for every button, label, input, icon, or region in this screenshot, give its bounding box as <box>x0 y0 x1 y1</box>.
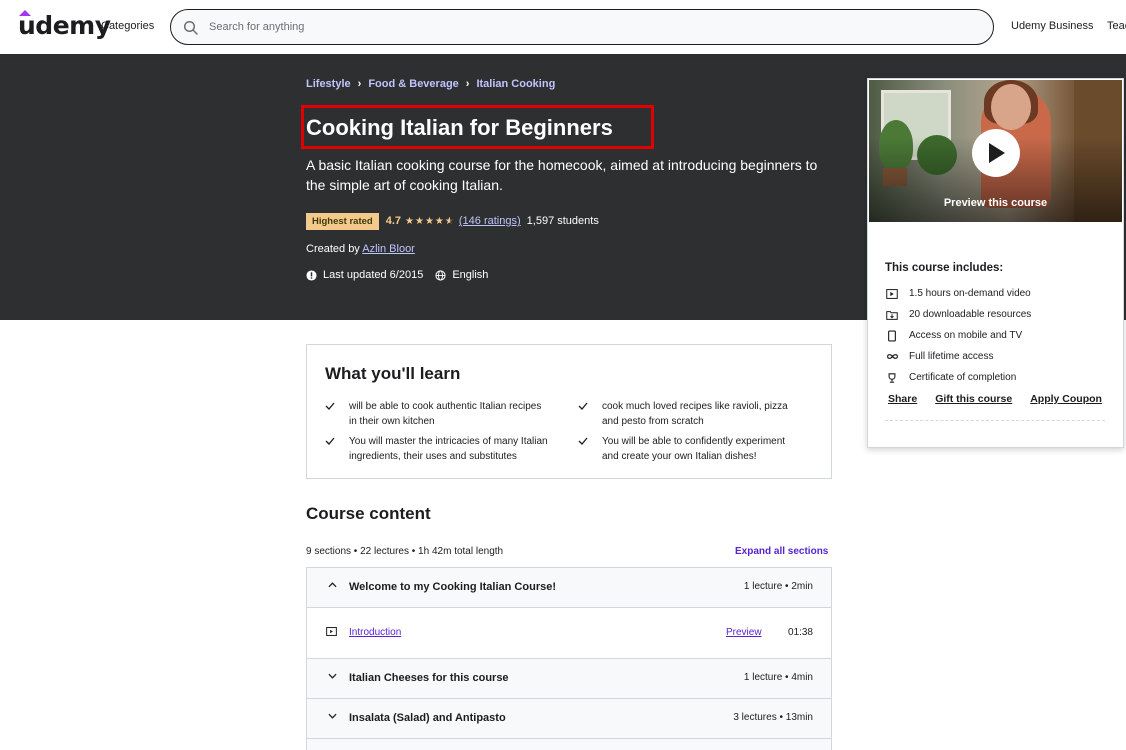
course-sections: Welcome to my Cooking Italian Course! 1 … <box>306 567 832 750</box>
lecture-title-link[interactable]: Introduction <box>349 627 401 638</box>
section-title: Insalata (Salad) and Antipasto <box>349 712 506 724</box>
student-count: 1,597 students <box>526 215 599 227</box>
checkmark-icon <box>325 435 349 464</box>
breadcrumb-lifestyle[interactable]: Lifestyle <box>306 78 351 90</box>
breadcrumb: Lifestyle › Food & Beverage › Italian Co… <box>306 78 555 90</box>
highest-rated-badge: Highest rated <box>306 212 379 230</box>
trophy-icon <box>885 371 899 385</box>
section-meta: 1 lecture • 4min <box>743 672 813 683</box>
course-title: Cooking Italian for Beginners <box>306 115 613 140</box>
divider <box>885 420 1105 421</box>
star-icon: ★ <box>424 215 434 227</box>
course-includes-list: 1.5 hours on-demand video 20 downloadabl… <box>885 283 1031 388</box>
video-icon <box>326 627 337 636</box>
rating-row: Highest rated 4.7 ★ ★ ★ ★ ★ ★ (146 ratin… <box>306 212 599 230</box>
chevron-down-icon <box>328 713 337 719</box>
language-info: English <box>435 269 488 281</box>
ratings-count-link[interactable]: (146 ratings) <box>459 215 521 227</box>
course-content-title: Course content <box>306 504 431 523</box>
rating-value: 4.7 <box>385 215 402 227</box>
section-header[interactable]: Italian Cheeses for this course 1 lectur… <box>307 659 831 699</box>
card-actions: Share Gift this course Apply Coupon <box>888 393 1102 405</box>
learn-title: What you'll learn <box>325 364 461 383</box>
globe-icon <box>435 269 446 281</box>
apply-coupon-button[interactable]: Apply Coupon <box>1030 393 1102 405</box>
section-header[interactable]: Welcome to my Cooking Italian Course! 1 … <box>307 568 831 608</box>
author-link[interactable]: Azlin Bloor <box>362 243 415 255</box>
course-meta: Last updated 6/2015 English <box>306 269 488 281</box>
includes-item: 1.5 hours on-demand video <box>885 283 1031 304</box>
udemy-logo[interactable]: udemy <box>18 10 111 40</box>
course-preview-video[interactable]: Preview this course <box>869 80 1122 222</box>
lecture-preview-link[interactable]: Preview <box>726 627 762 638</box>
includes-item: Certificate of completion <box>885 367 1031 388</box>
section-meta: 3 lectures • 13min <box>733 712 813 723</box>
what-you-will-learn: What you'll learn will be able to cook a… <box>306 344 832 479</box>
breadcrumb-food-beverage[interactable]: Food & Beverage <box>368 78 458 90</box>
section-meta: 1 lecture • 2min <box>743 581 813 592</box>
created-by: Created by Azlin Bloor <box>306 243 415 255</box>
includes-item: 20 downloadable resources <box>885 304 1031 325</box>
video-icon <box>885 287 899 301</box>
top-navigation-bar: udemy Categories Udemy Business Teach on… <box>0 0 1126 54</box>
chevron-right-icon: › <box>465 78 470 90</box>
teach-on-udemy-link[interactable]: Teach on Udemy <box>1107 20 1126 32</box>
alert-icon <box>306 269 317 281</box>
section-title: Welcome to my Cooking Italian Course! <box>349 581 556 593</box>
section-header[interactable] <box>307 739 831 750</box>
course-content-stats: 9 sections • 22 lectures • 1h 42m total … <box>306 546 504 557</box>
course-subtitle: A basic Italian cooking course for the h… <box>306 157 818 193</box>
learn-item: cook much loved recipes like ravioli, pi… <box>578 400 803 429</box>
learn-item: will be able to cook authentic Italian r… <box>325 400 550 429</box>
last-updated: Last updated 6/2015 <box>323 269 424 281</box>
breadcrumb-italian-cooking[interactable]: Italian Cooking <box>476 78 555 90</box>
language-label: English <box>452 269 489 281</box>
course-includes-title: This course includes: <box>885 262 1004 274</box>
infinity-icon <box>885 350 899 364</box>
created-by-label: Created by <box>306 243 360 255</box>
play-button[interactable] <box>972 129 1020 177</box>
checkmark-icon <box>578 400 602 429</box>
preview-course-label: Preview this course <box>943 197 1048 209</box>
star-icon: ★ <box>414 215 424 227</box>
learn-item: You will be able to confidently experime… <box>578 435 803 464</box>
logo-wordmark: udemy <box>18 11 111 40</box>
categories-menu[interactable]: Categories <box>101 20 154 32</box>
includes-item: Full lifetime access <box>885 346 1031 367</box>
chevron-right-icon: › <box>357 78 362 90</box>
section-title: Italian Cheeses for this course <box>349 672 509 684</box>
checkmark-icon <box>578 435 602 464</box>
chevron-down-icon <box>328 673 337 679</box>
gift-course-button[interactable]: Gift this course <box>935 393 1012 405</box>
play-icon <box>989 143 1005 163</box>
includes-item: Access on mobile and TV <box>885 325 1031 346</box>
learn-item: You will master the intricacies of many … <box>325 435 550 464</box>
half-star-icon: ★ ★ <box>444 215 454 227</box>
star-icon: ★ <box>434 215 444 227</box>
chevron-up-icon <box>328 582 337 588</box>
star-icon: ★ <box>405 215 414 227</box>
lecture-duration: 01:38 <box>787 627 813 638</box>
mobile-icon <box>885 329 899 343</box>
star-rating: ★ ★ ★ ★ ★ ★ <box>405 216 455 227</box>
udemy-business-link[interactable]: Udemy Business <box>1011 20 1094 32</box>
share-button[interactable]: Share <box>888 393 917 405</box>
expand-all-sections-button[interactable]: Expand all sections <box>735 546 828 557</box>
search-bar[interactable] <box>170 9 994 45</box>
checkmark-icon <box>325 400 349 429</box>
lecture-row: Introduction Preview 01:38 <box>307 608 831 659</box>
search-icon[interactable] <box>183 20 199 36</box>
section-header[interactable]: Insalata (Salad) and Antipasto 3 lecture… <box>307 699 831 739</box>
download-icon <box>885 308 899 322</box>
search-input[interactable] <box>209 10 969 44</box>
